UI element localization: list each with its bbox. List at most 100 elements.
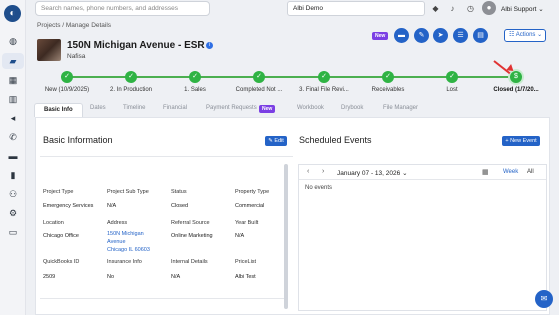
events-calendar: ‹ › January 07 - 13, 2026 ⌄ ▦ Week All N… [298, 164, 547, 311]
globe-icon[interactable]: ◍ [8, 36, 18, 46]
breadcrumb: Projects / Manage Details [37, 22, 112, 29]
stage-4-dot[interactable]: ✓ [253, 71, 265, 83]
stage-5-dot[interactable]: ✓ [318, 71, 330, 83]
stage-3-label: 1. Sales [184, 87, 206, 93]
check-icon: ✓ [64, 73, 70, 80]
status-label: Status [171, 189, 187, 195]
folder-action-button[interactable]: ▬ [394, 28, 409, 43]
address-label: Address [107, 220, 128, 226]
payment-new-badge: New [259, 105, 276, 113]
sidebar: ◐ ◍ ▰ ▦ ▥ ◂ ✆ ▬ ▮ ⚇ ⚙ ▭ [0, 0, 26, 315]
stage-6-dot[interactable]: ✓ [382, 71, 394, 83]
stage-5-label: 3. Final File Revi... [299, 87, 349, 93]
stage-7-dot[interactable]: ✓ [446, 71, 458, 83]
briefcase-icon[interactable]: ▰ [8, 56, 18, 66]
graduation-cap-icon[interactable]: ◆ [431, 4, 440, 13]
project-subtype-label: Project Sub Type [107, 189, 149, 195]
map-icon[interactable]: ▥ [8, 94, 18, 104]
users-icon[interactable]: ⚇ [8, 189, 18, 199]
property-type-label: Property Type [235, 189, 270, 195]
location-label: Location [43, 220, 64, 226]
actions-dropdown[interactable]: ☷ Actions ⌄ [504, 29, 546, 42]
divider [40, 298, 284, 299]
project-thumbnail [37, 39, 61, 61]
quickbooks-label: QuickBooks ID [43, 259, 80, 265]
project-tabs: Basic Info Dates Timeline Financial Paym… [34, 103, 554, 117]
check-icon: ✓ [321, 73, 327, 80]
search-input[interactable]: Search names, phone numbers, and address… [35, 1, 210, 16]
user-name: Albi Support [501, 6, 537, 13]
tab-basic-info[interactable]: Basic Info [34, 103, 83, 117]
tab-drybook[interactable]: Drybook [341, 105, 363, 111]
address-line-1[interactable]: 150N Michigan [107, 231, 144, 237]
tab-payment-requests[interactable]: Payment Requests [206, 105, 257, 111]
pencil-icon: ✎ [268, 138, 273, 144]
stage-1-label: New (10/9/2025) [44, 87, 90, 93]
status-value: Closed [171, 203, 189, 209]
truck-icon[interactable]: ▮ [8, 170, 18, 180]
actions-label: Actions [515, 32, 536, 38]
basic-info-title: Basic Information [43, 135, 113, 145]
stage-7-label: Lost [446, 87, 458, 93]
company-selector[interactable]: Albi Demo [287, 1, 425, 16]
basic-info-panel: Basic Information ✎ Edit Project Type Em… [35, 117, 550, 315]
send-action-button[interactable]: ➤ [433, 28, 448, 43]
gear-icon[interactable]: ⚙ [8, 208, 18, 218]
info-icon[interactable]: i [206, 42, 213, 49]
tab-financial[interactable]: Financial [163, 105, 187, 111]
week-view-toggle[interactable]: Week [503, 169, 518, 175]
year-built-label: Year Built [235, 220, 259, 226]
tab-dates[interactable]: Dates [90, 105, 106, 111]
address-line-3[interactable]: Chicago IL 60603 [107, 247, 150, 253]
chevron-down-icon: ⌄ [402, 170, 408, 177]
all-view-toggle[interactable]: All [527, 169, 534, 175]
stage-8-label: Closed (1/7/20... [493, 87, 539, 93]
chat-button[interactable]: ✉ [535, 290, 553, 308]
devices-icon[interactable]: ▭ [8, 227, 18, 237]
internal-details-label: Internal Details [171, 259, 208, 265]
date-range-selector[interactable]: January 07 - 13, 2026 ⌄ [337, 169, 408, 177]
pricelist-value: Albi Test [235, 274, 256, 280]
project-type-value: Emergency Services [43, 203, 94, 209]
clock-icon[interactable]: ◷ [466, 4, 475, 13]
project-type-label: Project Type [43, 189, 74, 195]
referral-label: Referral Source [171, 220, 210, 226]
list-action-button[interactable]: ☰ [453, 28, 468, 43]
top-bar: Search names, phone numbers, and address… [26, 0, 559, 18]
internal-details-value: N/A [171, 274, 181, 280]
avatar[interactable]: ● [482, 1, 496, 15]
folder-icon[interactable]: ▬ [8, 151, 18, 161]
divider [40, 156, 293, 157]
tab-file-manager[interactable]: File Manager [383, 105, 418, 111]
check-icon: ✓ [449, 73, 455, 80]
check-icon: ✓ [385, 73, 391, 80]
tab-workbook[interactable]: Workbook [297, 105, 324, 111]
new-event-button[interactable]: + New Event [502, 136, 540, 146]
albi-logo[interactable]: ◐ [4, 5, 21, 22]
chevron-left-icon[interactable]: ‹ [307, 168, 309, 175]
user-menu[interactable]: Albi Support ⌄ [501, 5, 544, 13]
scrollbar[interactable] [284, 164, 288, 309]
stage-2-dot[interactable]: ✓ [125, 71, 137, 83]
edit-label: Edit [274, 138, 284, 144]
phone-icon[interactable]: ✆ [8, 132, 18, 142]
tab-timeline[interactable]: Timeline [123, 105, 145, 111]
location-value: Chicago Office [43, 233, 79, 239]
edit-action-button[interactable]: ✎ [414, 28, 429, 43]
check-icon: ✓ [192, 73, 198, 80]
document-action-button[interactable]: ▤ [473, 28, 488, 43]
edit-button[interactable]: ✎ Edit [265, 136, 287, 146]
stage-3-dot[interactable]: ✓ [189, 71, 201, 83]
list-icon: ☷ [509, 32, 515, 38]
bell-icon[interactable]: ♪ [448, 4, 457, 13]
calendar-icon[interactable]: ▦ [8, 75, 18, 85]
pricelist-label: PriceList [235, 259, 257, 265]
project-subtitle: Nafisa [67, 53, 86, 60]
megaphone-icon[interactable]: ◂ [8, 113, 18, 123]
stage-1-dot[interactable]: ✓ [61, 71, 73, 83]
chevron-down-icon: ⌄ [537, 32, 543, 38]
calendar-icon[interactable]: ▦ [482, 168, 489, 176]
chevron-right-icon[interactable]: › [322, 168, 324, 175]
address-line-2[interactable]: Avenue [107, 239, 126, 245]
quickbooks-value: 2509 [43, 274, 56, 280]
